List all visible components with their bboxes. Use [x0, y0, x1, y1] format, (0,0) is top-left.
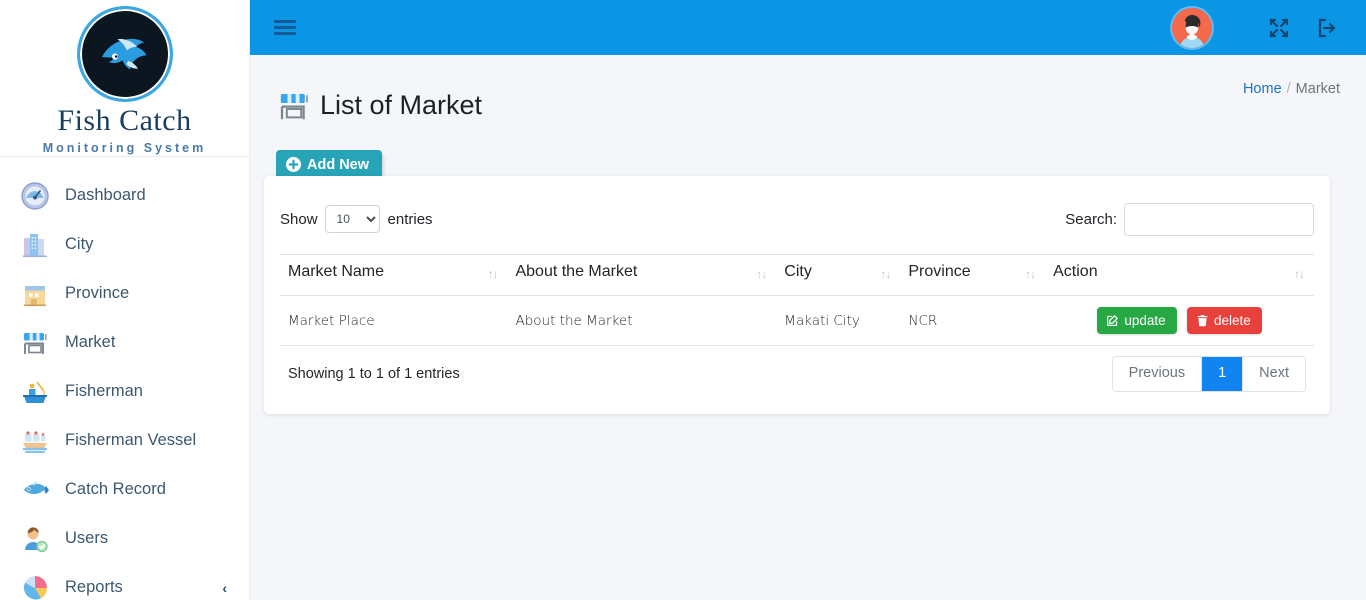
breadcrumb-current: Market	[1295, 81, 1340, 97]
entries-info: Showing 1 to 1 of 1 entries	[288, 365, 460, 382]
fisherman-boat-icon	[18, 375, 52, 409]
column-header-province[interactable]: Province ↑↓	[900, 254, 1046, 296]
avatar[interactable]	[1172, 7, 1212, 48]
pagination-page-1[interactable]: 1	[1202, 357, 1244, 391]
sidebar-item-label: Catch Record	[65, 480, 166, 498]
vessel-ship-icon	[18, 424, 52, 458]
sidebar-item-catch-record[interactable]: Catch Record	[0, 465, 249, 514]
search-control: Search:	[1065, 202, 1314, 236]
sort-arrows-icon: ↑↓	[880, 266, 891, 281]
logout-icon[interactable]	[1314, 15, 1340, 41]
main-content: List of Market Home / Market Add New Sho…	[250, 0, 1366, 600]
update-button[interactable]: update	[1097, 307, 1177, 334]
chevron-left-icon[interactable]: ‹	[222, 581, 227, 595]
card-inner: Show 10 25 50 100 entries Search:	[264, 176, 1330, 414]
pagination-next[interactable]: Next	[1243, 357, 1305, 391]
column-label: Market Name	[288, 263, 385, 280]
market-stall-icon	[18, 326, 52, 360]
table-head: Market Name ↑↓ About the Market ↑↓ City …	[280, 254, 1314, 296]
market-table: Market Name ↑↓ About the Market ↑↓ City …	[280, 254, 1314, 346]
sidebar: Fish Catch Monitoring System Dashboard C…	[0, 0, 250, 600]
page-title-row: List of Market	[276, 73, 1340, 139]
column-label: Action	[1053, 263, 1098, 280]
show-label: Show	[280, 210, 318, 228]
delete-label: delete	[1213, 313, 1251, 328]
sidebar-item-label: Fisherman	[65, 382, 143, 400]
city-buildings-icon	[18, 228, 52, 262]
sidebar-item-label: Dashboard	[65, 186, 146, 204]
sort-arrows-icon: ↑↓	[756, 266, 767, 281]
pie-chart-icon	[18, 571, 52, 600]
sidebar-nav: Dashboard City Province Market Fisherman…	[0, 157, 249, 600]
search-input[interactable]	[1124, 202, 1314, 236]
pagination: Previous 1 Next	[1111, 356, 1306, 392]
sidebar-item-dashboard[interactable]: Dashboard	[0, 171, 249, 220]
sidebar-item-label: Fisherman Vessel	[65, 431, 197, 449]
sidebar-item-label: Market	[65, 333, 116, 351]
sort-arrows-icon: ↑↓	[1025, 266, 1036, 281]
delete-button[interactable]: delete	[1186, 307, 1262, 334]
column-header-action[interactable]: Action ↑↓	[1045, 254, 1314, 296]
cell-about: About the Market	[507, 295, 777, 346]
add-new-label: Add New	[307, 156, 370, 173]
table-row: Market Place About the Market Makati Cit…	[280, 295, 1314, 346]
expand-arrows-icon[interactable]	[1266, 15, 1292, 41]
pagination-previous[interactable]: Previous	[1112, 357, 1203, 391]
sort-arrows-icon: ↑↓	[1294, 266, 1305, 281]
sidebar-item-label: Province	[65, 284, 130, 302]
sidebar-item-label: City	[65, 235, 94, 253]
table-body: Market Place About the Market Makati Cit…	[280, 295, 1314, 346]
sidebar-item-city[interactable]: City	[0, 220, 249, 269]
column-header-city[interactable]: City ↑↓	[776, 254, 901, 296]
trash-can-icon	[1196, 314, 1209, 327]
user-avatar-icon	[18, 522, 52, 556]
fish-icon	[18, 473, 52, 507]
column-header-about[interactable]: About the Market ↑↓	[507, 254, 777, 296]
table-footer: Showing 1 to 1 of 1 entries Previous 1 N…	[280, 346, 1314, 406]
sidebar-item-province[interactable]: Province	[0, 269, 249, 318]
column-header-market-name[interactable]: Market Name ↑↓	[280, 254, 508, 296]
column-label: About the Market	[515, 263, 638, 280]
market-table-card: Show 10 25 50 100 entries Search:	[264, 176, 1330, 414]
hamburger-menu-icon[interactable]	[274, 17, 296, 38]
brand-block: Fish Catch Monitoring System	[0, 0, 249, 157]
cell-province: NCR	[900, 295, 1046, 346]
sort-arrows-icon: ↑↓	[487, 266, 498, 281]
page-title: List of Market	[320, 90, 483, 121]
breadcrumb: Home / Market	[1243, 81, 1340, 97]
column-label: City	[784, 263, 812, 280]
cell-market-name: Market Place	[280, 295, 508, 346]
app-root: Fish Catch Monitoring System Dashboard C…	[0, 0, 1366, 600]
sidebar-item-market[interactable]: Market	[0, 318, 249, 367]
sidebar-item-fisherman-vessel[interactable]: Fisherman Vessel	[0, 416, 249, 465]
table-controls: Show 10 25 50 100 entries Search:	[280, 198, 1314, 240]
page-header: List of Market Home / Market Add New	[250, 55, 1366, 180]
province-building-icon	[18, 277, 52, 311]
shark-logo-icon	[76, 6, 173, 102]
update-label: update	[1124, 313, 1166, 328]
show-entries-control: Show 10 25 50 100 entries	[280, 205, 433, 233]
dashboard-gauge-icon	[18, 179, 52, 213]
sidebar-item-label: Reports	[65, 578, 123, 596]
breadcrumb-home-link[interactable]: Home	[1243, 81, 1282, 97]
breadcrumb-separator: /	[1286, 81, 1291, 97]
entries-select[interactable]: 10 25 50 100	[324, 205, 380, 233]
entries-label: entries	[387, 210, 433, 228]
market-stall-icon	[276, 88, 312, 124]
sidebar-item-label: Users	[65, 529, 109, 547]
cell-city: Makati City	[776, 295, 901, 346]
column-label: Province	[908, 263, 971, 280]
sidebar-item-fisherman[interactable]: Fisherman	[0, 367, 249, 416]
table-header-row: Market Name ↑↓ About the Market ↑↓ City …	[280, 254, 1314, 296]
search-label: Search:	[1065, 210, 1117, 228]
plus-circle-icon	[286, 157, 301, 173]
edit-pencil-icon	[1106, 314, 1119, 327]
brand-subtitle: Monitoring System	[42, 141, 207, 155]
sidebar-item-reports[interactable]: Reports ‹	[0, 563, 249, 600]
brand-title: Fish Catch	[57, 104, 192, 137]
topbar	[250, 0, 1366, 55]
cell-action: update delete	[1045, 295, 1314, 346]
sidebar-item-users[interactable]: Users	[0, 514, 249, 563]
